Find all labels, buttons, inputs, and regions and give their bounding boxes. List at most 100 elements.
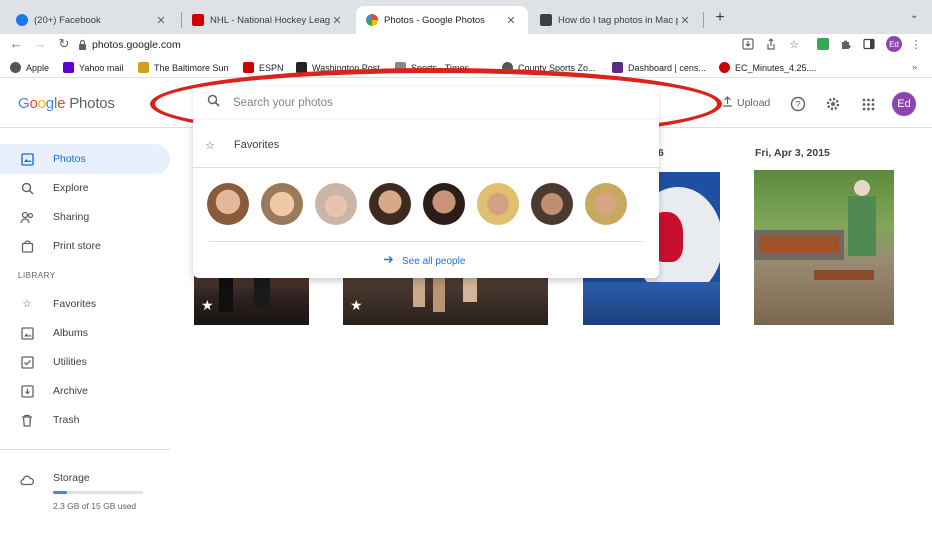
side-panel-icon[interactable] bbox=[862, 37, 876, 51]
bookmarks-bar: Apple Yahoo mail The Baltimore Sun ESPN … bbox=[0, 58, 932, 78]
sidebar-item-photos[interactable]: Photos bbox=[0, 144, 170, 174]
trash-icon bbox=[20, 413, 34, 427]
browser-toolbar: ← → ↻ photos.google.com ☆ ⋮ bbox=[0, 34, 932, 56]
washington-post-icon bbox=[296, 62, 307, 73]
sidebar-item-albums[interactable]: Albums bbox=[0, 318, 170, 348]
star-icon: ☆ bbox=[22, 298, 32, 310]
sidebar-item-label: Archive bbox=[53, 385, 89, 397]
logo-product-text: Photos bbox=[69, 95, 115, 112]
sidebar-item-explore[interactable]: Explore bbox=[0, 173, 170, 203]
storage-progress-bar bbox=[53, 491, 143, 494]
bookmark-apple[interactable]: Apple bbox=[10, 62, 49, 73]
photo-thumbnail[interactable] bbox=[754, 170, 894, 325]
browser-menu-icon[interactable]: ⋮ bbox=[909, 37, 923, 51]
bookmark-yahoo-mail[interactable]: Yahoo mail bbox=[63, 62, 123, 73]
close-icon[interactable]: ✕ bbox=[154, 14, 168, 27]
yahoo-icon bbox=[63, 62, 74, 73]
dropdown-divider bbox=[193, 167, 659, 168]
person-face-avatar[interactable] bbox=[531, 183, 573, 225]
tab-search-icon[interactable]: ⌄ bbox=[910, 10, 918, 21]
person-face-avatar[interactable] bbox=[369, 183, 411, 225]
lock-icon bbox=[78, 39, 92, 52]
espn-icon bbox=[243, 62, 254, 73]
person-face-avatar[interactable] bbox=[585, 183, 627, 225]
help-icon[interactable]: ? bbox=[789, 95, 807, 113]
person-face-avatar[interactable] bbox=[477, 183, 519, 225]
see-all-people-link[interactable]: See all people bbox=[383, 254, 465, 268]
arrow-right-icon bbox=[383, 254, 394, 268]
search-suggestions-dropdown: ☆ Favorites See all people bbox=[193, 120, 659, 278]
photos-icon bbox=[20, 152, 34, 166]
google-photos-logo[interactable]: Google Photos bbox=[18, 95, 115, 112]
tab-nhl[interactable]: NHL - National Hockey League ✕ bbox=[182, 6, 354, 34]
bookmark-dashboard[interactable]: Dashboard | cens... bbox=[612, 62, 706, 73]
see-all-people-label: See all people bbox=[402, 255, 466, 267]
sharing-icon bbox=[20, 210, 34, 224]
bookmark-washington-post[interactable]: Washington Post bbox=[296, 62, 380, 73]
sidebar-item-trash[interactable]: Trash bbox=[0, 405, 170, 435]
sidebar-item-label: Photos bbox=[53, 153, 86, 165]
photo-detail bbox=[848, 196, 876, 256]
suggestion-favorites[interactable]: ☆ Favorites bbox=[193, 128, 659, 162]
bookmark-label: Yahoo mail bbox=[79, 62, 124, 73]
svg-text:?: ? bbox=[795, 100, 800, 110]
bookmark-label: The Baltimore Sun bbox=[154, 62, 229, 73]
close-icon[interactable]: ✕ bbox=[330, 14, 344, 27]
forward-icon[interactable]: → bbox=[32, 36, 48, 51]
person-face-avatar[interactable] bbox=[315, 183, 357, 225]
search-icon[interactable] bbox=[193, 94, 233, 112]
browser-profile-avatar[interactable]: Ed bbox=[886, 36, 902, 52]
bookmark-label: ESPN bbox=[259, 62, 284, 73]
search-icon bbox=[20, 181, 34, 195]
bookmark-sports-times[interactable]: Sports - Times bbox=[395, 62, 469, 73]
baltimore-sun-icon bbox=[138, 62, 149, 73]
upload-button[interactable]: Upload bbox=[722, 96, 770, 110]
install-app-icon[interactable] bbox=[741, 37, 755, 51]
address-bar[interactable]: photos.google.com bbox=[78, 35, 808, 55]
bookmark-label: Sports - Times bbox=[411, 62, 470, 73]
apps-grid-icon[interactable] bbox=[859, 95, 877, 113]
extension-green-icon[interactable] bbox=[816, 37, 830, 51]
bookmark-county-sports[interactable]: County Sports Zo... bbox=[502, 62, 596, 73]
person-face-avatar[interactable] bbox=[207, 183, 249, 225]
reload-icon[interactable]: ↻ bbox=[56, 36, 72, 52]
sidebar-item-archive[interactable]: Archive bbox=[0, 376, 170, 406]
star-icon: ☆ bbox=[205, 139, 215, 152]
bookmark-star-icon[interactable]: ☆ bbox=[787, 37, 801, 51]
favorite-star-icon[interactable]: ★ bbox=[350, 297, 363, 314]
sidebar-item-utilities[interactable]: Utilities bbox=[0, 347, 170, 377]
storage-label[interactable]: Storage bbox=[53, 472, 90, 484]
person-face-avatar[interactable] bbox=[261, 183, 303, 225]
close-icon[interactable]: ✕ bbox=[504, 14, 518, 27]
favorite-star-icon[interactable]: ★ bbox=[201, 297, 214, 314]
photo-detail bbox=[814, 270, 874, 280]
settings-gear-icon[interactable] bbox=[824, 95, 842, 113]
account-avatar[interactable]: Ed bbox=[892, 92, 916, 116]
sidebar-divider bbox=[0, 449, 170, 450]
bookmark-ec-minutes[interactable]: EC_Minutes_4.25.... bbox=[719, 62, 817, 73]
extensions-puzzle-icon[interactable] bbox=[839, 37, 853, 51]
tab-facebook[interactable]: (20+) Facebook ✕ bbox=[6, 6, 178, 34]
bookmark-espn[interactable]: ESPN bbox=[243, 62, 284, 73]
tab-separator bbox=[703, 12, 704, 28]
search-input[interactable] bbox=[233, 97, 633, 109]
share-icon[interactable] bbox=[764, 37, 778, 51]
photo-detail bbox=[759, 235, 839, 253]
back-icon[interactable]: ← bbox=[8, 36, 24, 51]
bookmark-label: Apple bbox=[26, 62, 50, 73]
new-tab-button[interactable]: + bbox=[712, 9, 728, 27]
bookmark-baltimore-sun[interactable]: The Baltimore Sun bbox=[138, 62, 229, 73]
sidebar-item-print-store[interactable]: Print store bbox=[0, 231, 170, 261]
search-bar[interactable] bbox=[193, 86, 659, 120]
bookmark-label: EC_Minutes_4.25.... bbox=[735, 62, 817, 73]
sidebar-item-favorites[interactable]: ☆ Favorites bbox=[0, 289, 170, 319]
dropdown-divider bbox=[209, 241, 643, 242]
tab-google-photos[interactable]: Photos - Google Photos ✕ bbox=[356, 6, 528, 34]
person-face-avatar[interactable] bbox=[423, 183, 465, 225]
utilities-icon bbox=[20, 355, 34, 369]
close-icon[interactable]: ✕ bbox=[678, 14, 692, 27]
tab-mac-photos[interactable]: How do I tag photos in Mac ph ✕ bbox=[530, 6, 702, 34]
sidebar-item-sharing[interactable]: Sharing bbox=[0, 202, 170, 232]
suggestion-label: Favorites bbox=[234, 139, 280, 151]
bookmarks-overflow-icon[interactable]: » bbox=[912, 62, 917, 72]
